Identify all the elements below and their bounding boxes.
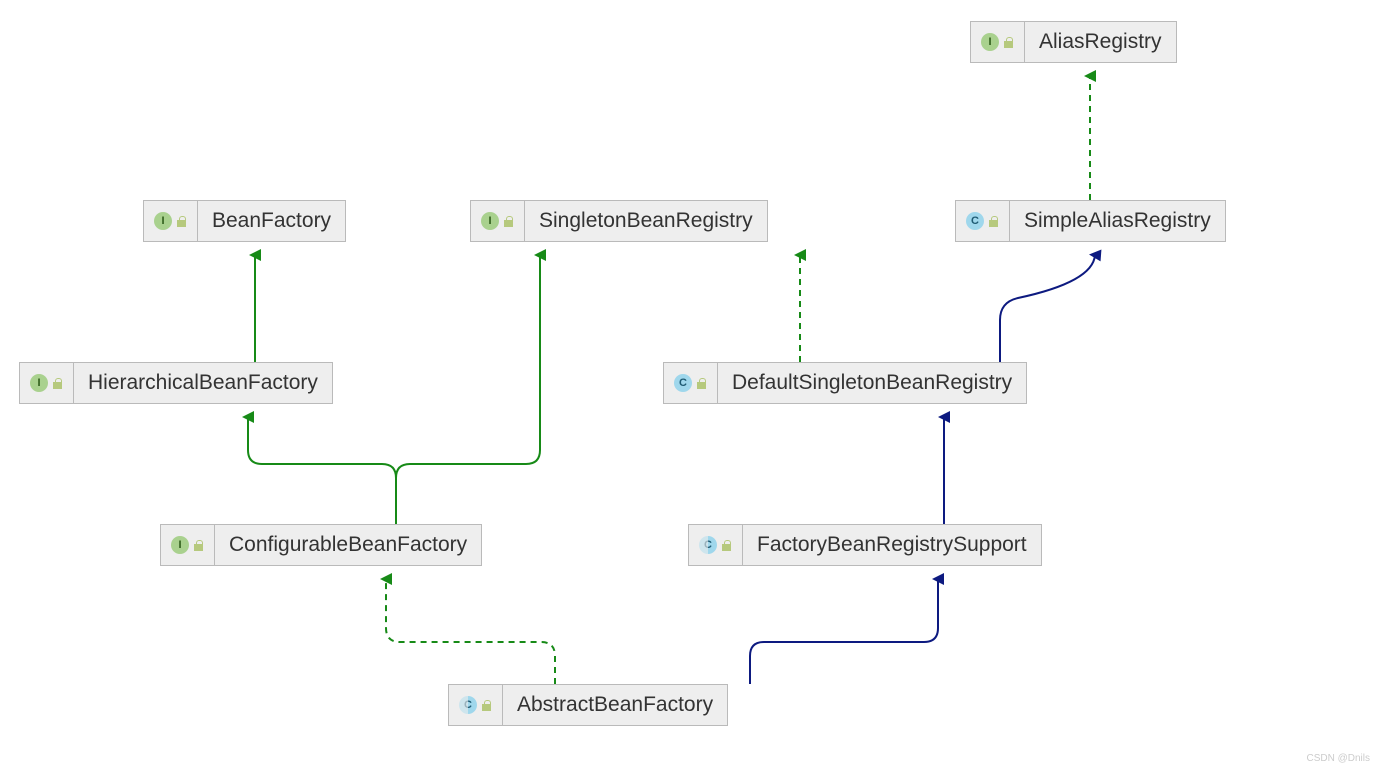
interface-icon: I: [981, 33, 999, 51]
interface-icon: I: [481, 212, 499, 230]
node-label: DefaultSingletonBeanRegistry: [718, 371, 1026, 395]
interface-icon: I: [171, 536, 189, 554]
class-icon: C: [674, 374, 692, 392]
node-icons: I: [20, 363, 74, 403]
node-label: SingletonBeanRegistry: [525, 209, 767, 233]
class-icon: C: [966, 212, 984, 230]
node-label: AbstractBeanFactory: [503, 693, 727, 717]
node-default-singleton-bean-registry[interactable]: C DefaultSingletonBeanRegistry: [663, 362, 1027, 404]
lock-icon: [176, 216, 187, 227]
node-label: HierarchicalBeanFactory: [74, 371, 332, 395]
node-icons: C: [449, 685, 503, 725]
lock-icon: [503, 216, 514, 227]
node-bean-factory[interactable]: I BeanFactory: [143, 200, 346, 242]
node-label: BeanFactory: [198, 209, 345, 233]
lock-icon: [52, 378, 63, 389]
node-icons: C: [664, 363, 718, 403]
lock-icon: [1003, 37, 1014, 48]
class-icon: C: [459, 696, 477, 714]
class-icon: C: [699, 536, 717, 554]
lock-icon: [193, 540, 204, 551]
node-factory-bean-registry-support[interactable]: C FactoryBeanRegistrySupport: [688, 524, 1042, 566]
lock-icon: [696, 378, 707, 389]
interface-icon: I: [30, 374, 48, 392]
watermark: CSDN @Dnils: [1307, 753, 1371, 764]
node-icons: I: [971, 22, 1025, 62]
lock-icon: [721, 540, 732, 551]
node-label: ConfigurableBeanFactory: [215, 533, 481, 557]
lock-icon: [481, 700, 492, 711]
node-icons: C: [956, 201, 1010, 241]
node-hierarchical-bean-factory[interactable]: I HierarchicalBeanFactory: [19, 362, 333, 404]
node-label: FactoryBeanRegistrySupport: [743, 533, 1041, 557]
node-abstract-bean-factory[interactable]: C AbstractBeanFactory: [448, 684, 728, 726]
node-icons: I: [471, 201, 525, 241]
interface-icon: I: [154, 212, 172, 230]
node-alias-registry[interactable]: I AliasRegistry: [970, 21, 1177, 63]
node-label: SimpleAliasRegistry: [1010, 209, 1225, 233]
node-simple-alias-registry[interactable]: C SimpleAliasRegistry: [955, 200, 1226, 242]
lock-icon: [988, 216, 999, 227]
node-label: AliasRegistry: [1025, 30, 1176, 54]
node-icons: C: [689, 525, 743, 565]
node-icons: I: [144, 201, 198, 241]
node-icons: I: [161, 525, 215, 565]
node-singleton-bean-registry[interactable]: I SingletonBeanRegistry: [470, 200, 768, 242]
node-configurable-bean-factory[interactable]: I ConfigurableBeanFactory: [160, 524, 482, 566]
